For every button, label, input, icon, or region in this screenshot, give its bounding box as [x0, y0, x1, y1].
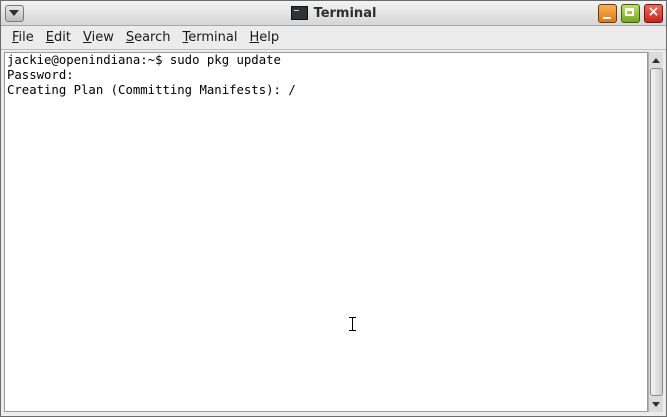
- menu-edit[interactable]: Edit: [40, 30, 77, 45]
- scroll-down-button[interactable]: [649, 397, 663, 411]
- menu-bar: File Edit View Search Terminal Help: [1, 26, 666, 50]
- maximize-button[interactable]: [621, 4, 640, 23]
- arrow-up-icon: [652, 57, 660, 63]
- menu-terminal[interactable]: Terminal: [177, 30, 244, 45]
- menu-view-label: iew: [91, 30, 114, 45]
- menu-file[interactable]: File: [6, 30, 40, 45]
- terminal-line: Creating Plan (Committing Manifests): /: [7, 83, 296, 97]
- title-group: Terminal: [1, 1, 666, 25]
- menu-search-mnemonic: S: [125, 30, 135, 45]
- title-bar[interactable]: Terminal ×: [1, 1, 666, 26]
- terminal-line: Password:: [7, 68, 74, 82]
- menu-help-mnemonic: H: [249, 30, 260, 45]
- arrow-down-icon: [652, 401, 660, 407]
- terminal-output[interactable]: jackie@openindiana:~$ sudo pkg update Pas…: [4, 52, 648, 412]
- menu-search[interactable]: Search: [120, 30, 177, 45]
- menu-view[interactable]: View: [77, 30, 120, 45]
- maximize-icon: [625, 8, 634, 16]
- terminal-text: jackie@openindiana:~$ sudo pkg update Pas…: [7, 53, 296, 98]
- minimize-icon: [603, 17, 611, 19]
- vertical-scrollbar[interactable]: [648, 52, 663, 412]
- close-button[interactable]: ×: [644, 4, 663, 23]
- scrollbar-thumb[interactable]: [650, 68, 663, 396]
- menu-edit-label: dit: [54, 30, 71, 45]
- menu-search-label: earch: [134, 30, 171, 45]
- terminal-line: jackie@openindiana:~$ sudo pkg update: [7, 53, 281, 67]
- menu-view-mnemonic: V: [82, 30, 92, 45]
- minimize-button[interactable]: [598, 4, 617, 23]
- terminal-window: Terminal × File Edit View Search Termina…: [0, 0, 667, 417]
- close-icon: ×: [647, 4, 660, 20]
- terminal-app-icon: [290, 6, 308, 20]
- menu-terminal-label: erminal: [188, 30, 238, 45]
- menu-edit-mnemonic: E: [45, 30, 54, 45]
- menu-help[interactable]: Help: [243, 30, 285, 45]
- menu-file-label: ile: [18, 30, 34, 45]
- scroll-up-button[interactable]: [649, 53, 663, 67]
- text-cursor-icon: [348, 317, 357, 331]
- window-title: Terminal: [313, 5, 377, 21]
- menu-help-label: elp: [259, 30, 280, 45]
